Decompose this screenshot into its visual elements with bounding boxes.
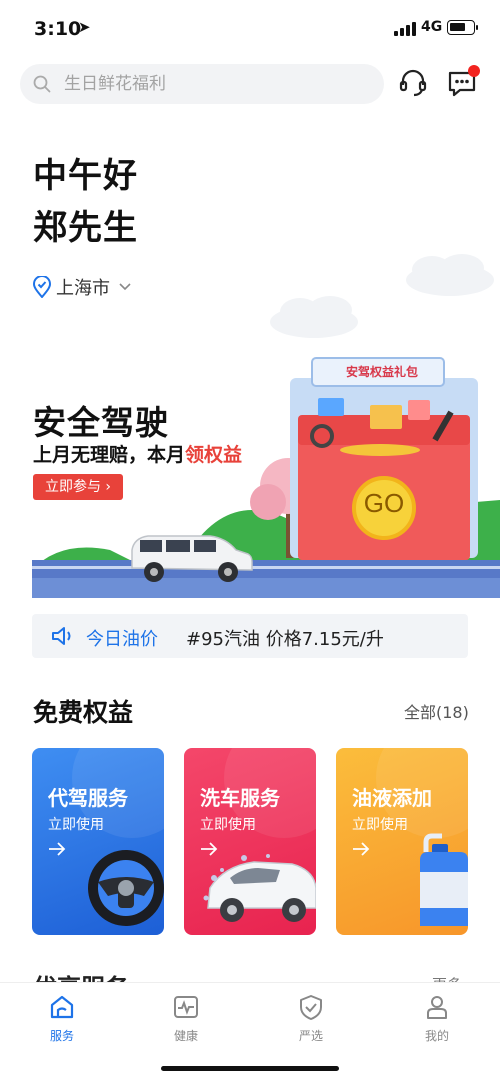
search-bar[interactable] [20, 64, 384, 104]
benefit-card-driver[interactable]: 代驾服务 立即使用 [32, 748, 164, 935]
status-time: 3:10 [34, 18, 82, 40]
benefit-title: 油液添加 [352, 786, 432, 810]
banner-title: 安全驾驶 [33, 403, 169, 442]
arrow-right-icon [201, 842, 218, 856]
health-pulse-icon [174, 996, 198, 1018]
network-type: 4G [421, 19, 443, 35]
profile-icon [427, 996, 447, 1019]
oil-price-detail: #95汽油 价格7.15元/升 [186, 629, 384, 650]
shield-check-icon [300, 995, 322, 1020]
chevron-right-icon: › [105, 479, 112, 495]
benefit-card-oil[interactable]: 油液添加 立即使用 [336, 748, 468, 935]
tab-service[interactable]: 服务 [22, 993, 102, 1049]
banner-subtitle-text: 上月无理赔，本月 [33, 444, 186, 466]
join-now-button[interactable]: 立即参与 › [33, 474, 123, 500]
arrow-right-icon [49, 842, 66, 856]
search-input[interactable] [64, 64, 374, 104]
location-pin-icon [32, 276, 52, 298]
tab-health[interactable]: 健康 [146, 993, 226, 1049]
join-now-label: 立即参与 [44, 479, 101, 495]
status-bar: 3:10 ➤ 4G [0, 0, 500, 60]
view-all-benefits-link[interactable]: 全部(18) [404, 699, 469, 723]
arrow-right-icon [353, 842, 370, 856]
benefit-action: 立即使用 [352, 817, 408, 833]
benefit-title: 洗车服务 [200, 786, 280, 810]
tab-profile[interactable]: 我的 [397, 993, 477, 1049]
banner-subtitle-highlight: 领权益 [185, 444, 243, 466]
home-indicator [161, 1066, 339, 1071]
free-benefits-title: 免费权益 [33, 698, 134, 727]
gift-pack-label: 安驾权益礼包 [345, 365, 418, 379]
customer-service-icon[interactable] [396, 66, 430, 100]
oil-price-bar[interactable]: 今日油价 #95汽油 价格7.15元/升 [32, 614, 468, 658]
benefit-action: 立即使用 [48, 817, 104, 833]
benefit-action: 立即使用 [200, 817, 256, 833]
oil-price-label: 今日油价 [86, 629, 158, 650]
location-arrow-icon: ➤ [78, 18, 91, 36]
speaker-icon [52, 627, 71, 645]
tab-label: 严选 [298, 1029, 323, 1043]
service-home-icon [50, 995, 74, 1019]
banner-subtitle: 上月无理赔，本月领权益 [33, 440, 242, 467]
greeting-time: 中午好 [33, 156, 138, 196]
battery-icon [447, 20, 478, 35]
tab-label: 我的 [424, 1029, 449, 1043]
greeting-name: 郑先生 [33, 208, 138, 248]
tab-label: 服务 [49, 1029, 74, 1043]
message-badge [468, 65, 480, 77]
benefit-card-carwash[interactable]: 洗车服务 立即使用 [184, 748, 316, 935]
location-selector[interactable]: 上海市 [32, 274, 132, 300]
tab-select[interactable]: 严选 [271, 993, 351, 1049]
benefit-title: 代驾服务 [48, 786, 128, 810]
chevron-down-icon [119, 283, 131, 291]
tab-label: 健康 [173, 1029, 198, 1043]
search-icon [33, 75, 51, 93]
city-label: 上海市 [56, 278, 110, 299]
go-button[interactable]: GO [356, 488, 412, 519]
cellular-signal-icon [394, 22, 416, 36]
